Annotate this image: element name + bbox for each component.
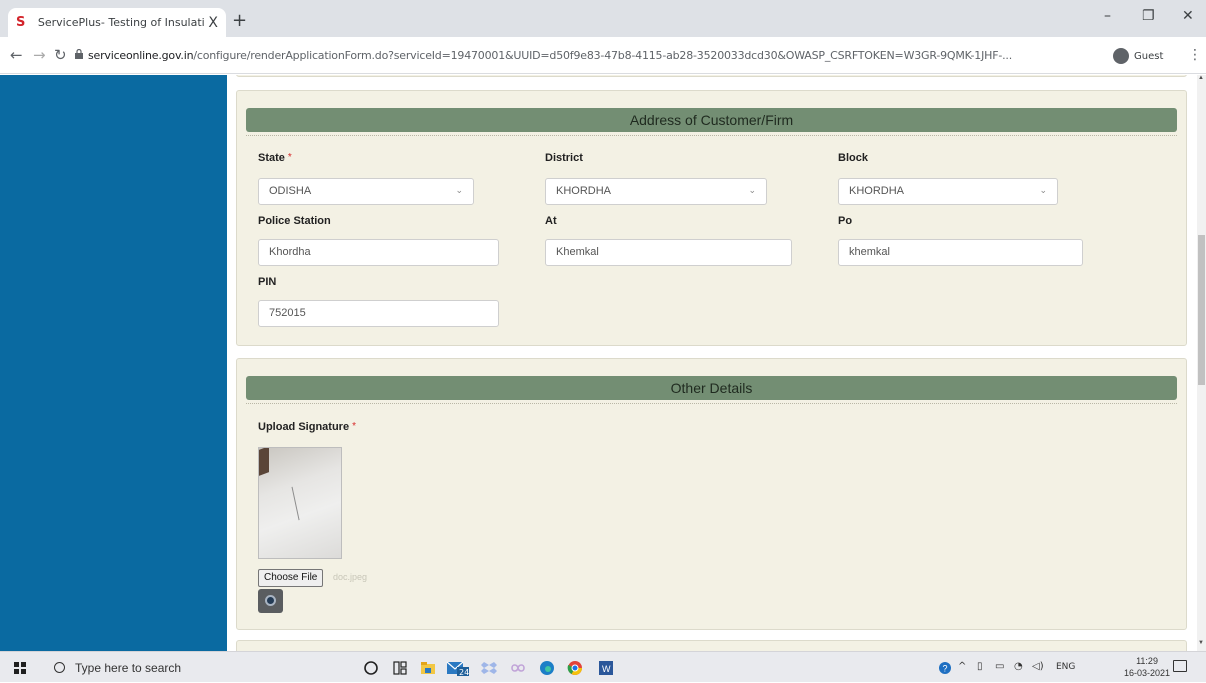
browser-tab[interactable]: S ServicePlus- Testing of Insulation X [8, 8, 226, 37]
file-explorer-icon[interactable] [419, 659, 437, 677]
chevron-down-icon: ⌄ [455, 186, 463, 196]
clock-date: 16-03-2021 [1124, 668, 1171, 678]
language-indicator[interactable]: ENG [1056, 662, 1075, 672]
block-label: Block [838, 152, 868, 164]
required-mark: * [287, 152, 292, 163]
clock-time: 11:29 [1136, 656, 1158, 666]
browser-tab-bar: S ServicePlus- Testing of Insulation X +… [0, 0, 1206, 37]
help-icon[interactable]: ? [938, 661, 952, 675]
signature-preview-image [258, 447, 342, 559]
url-path: /configure/renderApplicationForm.do?serv… [193, 49, 1013, 62]
edge-browser-icon[interactable] [538, 659, 556, 677]
infinity-app-icon[interactable] [509, 659, 527, 677]
browser-menu-icon[interactable]: ⋮ [1188, 47, 1202, 63]
state-value: ODISHA [269, 185, 312, 197]
minimize-icon[interactable]: – [1104, 8, 1111, 24]
po-label: Po [838, 215, 853, 227]
forward-icon[interactable]: → [33, 46, 46, 64]
required-mark: * [352, 421, 356, 432]
restore-icon[interactable]: ❐ [1142, 8, 1155, 24]
other-details-panel: Other Details Upload Signature * Choose F… [236, 358, 1187, 630]
upload-signature-label-text: Upload Signature [258, 421, 350, 433]
mail-badge: 24 [459, 668, 470, 677]
chevron-down-icon: ⌄ [1039, 186, 1047, 196]
profile-label: Guest [1134, 50, 1164, 62]
state-label-text: State [258, 152, 285, 164]
url-field[interactable]: serviceonline.gov.in/configure/renderApp… [88, 49, 1012, 62]
divider [246, 403, 1177, 404]
new-tab-button[interactable]: + [232, 10, 247, 31]
state-label: State * [258, 152, 292, 164]
district-label: District [545, 152, 583, 164]
district-select[interactable]: KHORDHA ⌄ [545, 178, 767, 205]
volume-icon[interactable]: ◁) [1032, 661, 1044, 672]
state-select[interactable]: ODISHA ⌄ [258, 178, 474, 205]
notifications-icon[interactable] [1173, 660, 1187, 672]
network-icon[interactable]: ▭ [995, 661, 1004, 672]
image-shadow [259, 448, 269, 476]
scroll-up-arrow-icon[interactable]: ▲ [1198, 75, 1204, 81]
mail-app-icon[interactable]: 24 [446, 659, 470, 677]
pin-input[interactable]: 752015 [258, 300, 499, 327]
wifi-icon[interactable]: ◔ [1014, 661, 1023, 672]
page-scrollbar[interactable]: ▲ ▼ [1197, 75, 1206, 651]
word-app-icon[interactable]: W [597, 659, 615, 677]
block-value: KHORDHA [849, 185, 905, 197]
cortana-icon[interactable] [362, 659, 380, 677]
svg-text:W: W [602, 664, 611, 674]
choose-file-button[interactable]: Choose File [258, 569, 324, 587]
windows-start-icon[interactable] [14, 662, 26, 674]
district-value: KHORDHA [556, 185, 612, 197]
tab-title: ServicePlus- Testing of Insulation [37, 16, 205, 29]
serviceplus-favicon-icon: S [16, 14, 26, 30]
tab-close-icon[interactable]: X [208, 15, 218, 31]
back-icon[interactable]: ← [10, 46, 23, 64]
selected-file-name: doc.jpeg [333, 572, 368, 582]
signature-stroke [291, 485, 305, 521]
taskbar-clock[interactable]: 11:29 16-03-2021 [1124, 655, 1170, 679]
task-view-icon[interactable] [391, 659, 409, 677]
battery-icon[interactable]: ▯ [977, 661, 983, 672]
dropbox-icon[interactable] [480, 659, 498, 677]
address-panel: Address of Customer/Firm State * ODISHA ⌄… [236, 90, 1187, 346]
reload-icon[interactable]: ↻ [54, 46, 67, 64]
left-sidebar [0, 75, 227, 651]
other-details-heading: Other Details [246, 376, 1177, 400]
previous-panel [236, 75, 1187, 77]
camera-icon [265, 595, 276, 606]
address-section-heading: Address of Customer/Firm [246, 108, 1177, 132]
police-station-label: Police Station [258, 215, 331, 227]
browser-address-bar: ← → ↻ serviceonline.gov.in/configure/ren… [0, 37, 1206, 74]
taskbar-search-placeholder: Type here to search [75, 660, 182, 675]
show-hidden-icons-icon[interactable]: ^ [958, 661, 966, 672]
camera-button[interactable] [258, 589, 283, 613]
window-close-icon[interactable]: ✕ [1182, 8, 1194, 24]
scroll-thumb[interactable] [1198, 235, 1205, 385]
form-content: Address of Customer/Firm State * ODISHA ⌄… [227, 75, 1197, 651]
avatar-icon [1113, 48, 1129, 64]
taskbar-search-box[interactable]: Type here to search [40, 652, 335, 683]
po-input[interactable]: khemkal [838, 239, 1083, 266]
svg-text:?: ? [943, 664, 948, 674]
at-input[interactable]: Khemkal [545, 239, 792, 266]
upload-signature-label: Upload Signature * [258, 421, 356, 433]
lock-icon [75, 49, 83, 59]
at-label: At [545, 215, 557, 227]
url-domain: serviceonline.gov.in [88, 49, 194, 62]
pin-label: PIN [258, 276, 277, 288]
next-panel [236, 640, 1187, 651]
scroll-down-arrow-icon[interactable]: ▼ [1198, 640, 1204, 646]
chrome-browser-icon[interactable] [566, 659, 584, 677]
block-select[interactable]: KHORDHA ⌄ [838, 178, 1058, 205]
search-icon [54, 662, 65, 673]
profile-button[interactable]: Guest [1113, 45, 1163, 67]
divider [246, 135, 1177, 136]
chevron-down-icon: ⌄ [748, 186, 756, 196]
police-station-input[interactable]: Khordha [258, 239, 499, 266]
windows-taskbar: Type here to search 24 W ? ^ ▯ ▭ ◔ ◁) EN… [0, 651, 1206, 682]
